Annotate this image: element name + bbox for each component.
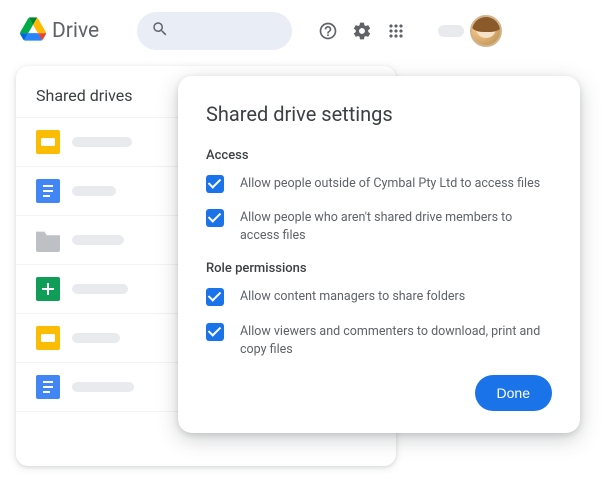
avatar[interactable]	[470, 15, 502, 47]
file-name-placeholder	[72, 284, 128, 294]
file-name-placeholder	[72, 382, 134, 392]
access-heading: Access	[206, 148, 552, 163]
doc-file-icon	[36, 179, 60, 203]
checkbox-viewers-download[interactable]	[206, 323, 224, 341]
account-chip	[438, 25, 464, 37]
doc-file-icon	[36, 375, 60, 399]
label-access-non-members: Allow people who aren't shared drive mem…	[240, 209, 552, 245]
label-viewers-download: Allow viewers and commenters to download…	[240, 323, 552, 359]
checkbox-access-non-members[interactable]	[206, 209, 224, 227]
checkbox-managers-share-folders[interactable]	[206, 288, 224, 306]
search-icon	[151, 20, 169, 42]
label-access-outside-org: Allow people outside of Cymbal Pty Ltd t…	[240, 175, 540, 193]
settings-gear-icon[interactable]	[352, 21, 372, 41]
slide-file-icon	[36, 130, 60, 154]
shared-drive-settings-dialog: Shared drive settings Access Allow peopl…	[178, 76, 580, 433]
done-button[interactable]: Done	[475, 375, 552, 411]
drive-logo-icon	[20, 17, 46, 45]
folder-file-icon	[36, 228, 60, 252]
drive-logo[interactable]: Drive	[20, 17, 99, 45]
role-permissions-heading: Role permissions	[206, 261, 552, 276]
label-managers-share-folders: Allow content managers to share folders	[240, 288, 465, 306]
sheet-file-icon	[36, 277, 60, 301]
checkbox-access-outside-org[interactable]	[206, 175, 224, 193]
app-name: Drive	[52, 19, 99, 43]
dialog-title: Shared drive settings	[206, 102, 552, 126]
file-name-placeholder	[72, 333, 120, 343]
file-name-placeholder	[72, 137, 132, 147]
file-name-placeholder	[72, 186, 116, 196]
file-name-placeholder	[72, 235, 124, 245]
search-input[interactable]	[137, 12, 292, 50]
slide-file-icon	[36, 326, 60, 350]
help-icon[interactable]	[318, 21, 338, 41]
apps-grid-icon[interactable]	[386, 21, 406, 41]
